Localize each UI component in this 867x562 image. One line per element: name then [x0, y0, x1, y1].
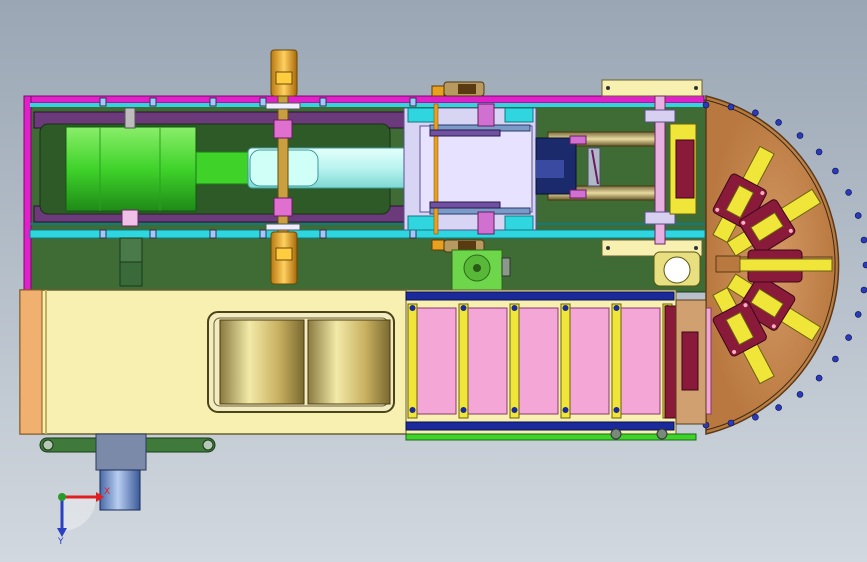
drum-right: [307, 319, 391, 405]
rim-bolt: [752, 109, 759, 117]
rim-bolt: [775, 119, 782, 126]
eccentric-wheel: [653, 251, 701, 287]
carrier-roller: [611, 303, 622, 419]
chain-pin: [460, 407, 467, 413]
bottom-motor: [95, 433, 147, 471]
chain-pin: [562, 305, 569, 311]
rim-bolt: [854, 311, 862, 318]
chain-pin: [562, 407, 569, 413]
chain-pin: [409, 407, 416, 413]
rim-bolt: [815, 374, 823, 382]
drum-left: [219, 319, 305, 405]
chain-pin: [460, 305, 467, 311]
rim-bolt: [752, 413, 759, 421]
rim-bolt: [832, 167, 839, 175]
rim-bolt: [862, 261, 867, 269]
carrier-roller: [560, 303, 571, 419]
chain-pin: [511, 407, 518, 413]
cyan-rail-lower: [29, 229, 706, 239]
chain-pin: [511, 305, 518, 311]
drive-motor: [65, 126, 197, 212]
rim-bolt: [727, 419, 735, 427]
rim-bolt: [775, 404, 782, 411]
carrier-roller: [407, 303, 418, 419]
cyan-rail-upper: [30, 103, 705, 107]
carrier-pad: [617, 307, 661, 415]
y-axis-label: Y: [57, 537, 64, 547]
x-axis-label: X: [104, 487, 110, 497]
carrier-roller: [509, 303, 520, 419]
assembly-drawing: X Y: [19, 49, 867, 547]
chain-pin: [409, 305, 416, 311]
belt-arm: [195, 151, 257, 185]
rim-bolt: [796, 132, 804, 139]
housing-end-cap: [19, 289, 43, 435]
rotary-disc: [702, 95, 867, 435]
lower-housing: [19, 289, 712, 441]
rim-bolt: [860, 236, 867, 244]
upper-carriage-assembly: [23, 49, 711, 293]
rim-bolt: [854, 212, 862, 219]
carrier-pad: [515, 307, 559, 415]
carrier-roller: [458, 303, 469, 419]
frame-left-post: [23, 95, 32, 293]
rim-bolt: [845, 189, 852, 196]
air-fitting-top: [431, 81, 485, 97]
bracket-top: [601, 79, 703, 97]
frame-top-rail: [23, 95, 705, 104]
rim-bolt: [702, 101, 710, 109]
rim-bolt: [796, 391, 804, 398]
rim-bolt: [727, 103, 735, 111]
carrier-pad: [566, 307, 610, 415]
rim-bolt: [832, 355, 839, 363]
chain-pin: [613, 305, 620, 311]
cad-viewport[interactable]: X Y: [0, 0, 867, 562]
axis-triad-icon: X Y: [57, 487, 110, 547]
rim-bolt: [860, 286, 867, 294]
carrier-pad: [413, 307, 457, 415]
chain-pin: [613, 407, 620, 413]
carrier-pad: [464, 307, 508, 415]
rim-bolt: [815, 148, 823, 156]
rim-bolt: [845, 334, 852, 341]
